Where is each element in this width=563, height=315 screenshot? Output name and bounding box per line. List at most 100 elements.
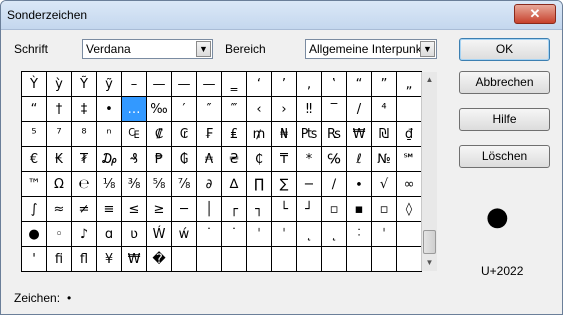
char-cell[interactable]: └	[272, 197, 297, 222]
char-cell[interactable]: ₴	[222, 147, 247, 172]
char-cell[interactable]: ┘	[297, 197, 322, 222]
char-cell[interactable]: ₠	[122, 122, 147, 147]
char-cell[interactable]: /	[347, 97, 372, 122]
char-cell[interactable]: ∆	[222, 172, 247, 197]
char-cell[interactable]: ₪	[372, 122, 397, 147]
char-cell[interactable]: ﬁ	[47, 247, 72, 272]
char-cell[interactable]: ₥	[247, 122, 272, 147]
char-cell[interactable]: ▪	[347, 197, 372, 222]
char-cell[interactable]	[172, 247, 197, 272]
char-cell[interactable]: '	[22, 247, 47, 272]
char-cell[interactable]: “	[22, 97, 47, 122]
char-cell[interactable]: ₲	[172, 147, 197, 172]
char-cell[interactable]: ‗	[222, 72, 247, 97]
char-cell[interactable]: √	[372, 172, 397, 197]
char-cell[interactable]: �	[147, 247, 172, 272]
char-cell[interactable]: ɑ	[97, 222, 122, 247]
char-cell[interactable]: *	[297, 147, 322, 172]
scroll-up-icon[interactable]: ▲	[422, 72, 437, 88]
scroll-down-icon[interactable]: ▼	[422, 255, 437, 271]
char-cell[interactable]: ‛	[322, 72, 347, 97]
char-cell[interactable]: ⅜	[122, 172, 147, 197]
char-cell[interactable]	[297, 247, 322, 272]
char-cell[interactable]: ₨	[322, 122, 347, 147]
char-cell[interactable]: Ỳ	[22, 72, 47, 97]
char-cell[interactable]: ₩	[122, 247, 147, 272]
char-cell[interactable]: ′	[172, 97, 197, 122]
char-cell[interactable]: ∑	[272, 172, 297, 197]
char-cell[interactable]: ℅	[322, 147, 347, 172]
char-cell[interactable]: —	[197, 72, 222, 97]
char-cell[interactable]: ẃ	[172, 222, 197, 247]
char-cell[interactable]: ∙	[347, 172, 372, 197]
char-cell[interactable]	[197, 247, 222, 272]
char-cell[interactable]: Ẃ	[147, 222, 172, 247]
char-cell[interactable]: ˸	[347, 222, 372, 247]
char-cell[interactable]	[397, 247, 422, 272]
char-cell[interactable]: ∕	[322, 172, 347, 197]
char-cell[interactable]: ▫	[372, 197, 397, 222]
char-cell[interactable]: ‴	[222, 97, 247, 122]
char-cell[interactable]: ™	[22, 172, 47, 197]
char-cell[interactable]: ‘	[247, 72, 272, 97]
char-cell[interactable]: ┌	[222, 197, 247, 222]
char-cell[interactable]	[397, 97, 422, 122]
char-cell[interactable]	[222, 247, 247, 272]
char-cell[interactable]: ″	[197, 97, 222, 122]
char-cell[interactable]	[347, 247, 372, 272]
char-cell[interactable]: ‼	[297, 97, 322, 122]
char-cell[interactable]: ‡	[72, 97, 97, 122]
char-cell[interactable]: †	[47, 97, 72, 122]
char-cell[interactable]: ‹	[247, 97, 272, 122]
char-cell[interactable]: ◊	[397, 197, 422, 222]
char-cell[interactable]: ₰	[122, 147, 147, 172]
char-cell[interactable]: ˈ	[372, 222, 397, 247]
range-select[interactable]: Allgemeine Interpunk ▼	[305, 39, 437, 59]
char-cell[interactable]: ≡	[97, 197, 122, 222]
char-cell[interactable]: „	[397, 72, 422, 97]
char-cell[interactable]: ◦	[47, 222, 72, 247]
char-cell[interactable]: ∞	[397, 172, 422, 197]
char-cell[interactable]: ≈	[47, 197, 72, 222]
char-cell[interactable]: ₧	[297, 122, 322, 147]
char-cell[interactable]: ∂	[197, 172, 222, 197]
char-cell[interactable]: ‾	[322, 97, 347, 122]
close-button[interactable]: ✕	[514, 4, 556, 24]
char-cell[interactable]: ‚	[297, 72, 322, 97]
char-cell[interactable]: ₸	[272, 147, 297, 172]
char-cell[interactable]: ˛	[322, 222, 347, 247]
char-cell[interactable]: €	[22, 147, 47, 172]
char-cell[interactable]: ‰	[147, 97, 172, 122]
char-cell[interactable]: ●	[22, 222, 47, 247]
char-cell[interactable]: ﬂ	[72, 247, 97, 272]
char-cell[interactable]: ˙	[222, 222, 247, 247]
char-cell[interactable]: ₱	[147, 147, 172, 172]
char-cell[interactable]: ∏	[247, 172, 272, 197]
char-cell[interactable]: ˈ	[247, 222, 272, 247]
char-cell[interactable]: ≤	[122, 197, 147, 222]
char-cell[interactable]: ₦	[272, 122, 297, 147]
char-cell[interactable]: ℠	[397, 147, 422, 172]
char-cell[interactable]: ₡	[147, 122, 172, 147]
cancel-button[interactable]: Abbrechen	[459, 71, 550, 94]
char-cell[interactable]: —	[172, 72, 197, 97]
char-cell[interactable]	[372, 247, 397, 272]
char-cell[interactable]: ┐	[247, 197, 272, 222]
char-cell[interactable]: ₤	[222, 122, 247, 147]
char-cell[interactable]: ⁴	[372, 97, 397, 122]
char-cell[interactable]: ⅞	[172, 172, 197, 197]
char-cell[interactable]: ⅝	[147, 172, 172, 197]
char-cell[interactable]: №	[372, 147, 397, 172]
char-cell[interactable]: ”	[372, 72, 397, 97]
char-cell[interactable]: ˛	[297, 222, 322, 247]
char-cell[interactable]: │	[197, 197, 222, 222]
char-cell[interactable]: ℓ	[347, 147, 372, 172]
char-cell[interactable]: ¥	[97, 247, 122, 272]
char-cell[interactable]	[272, 247, 297, 272]
char-cell[interactable]: ⁵	[22, 122, 47, 147]
char-cell[interactable]: ⁷	[47, 122, 72, 147]
font-select[interactable]: Verdana ▼	[82, 39, 213, 59]
char-cell[interactable]: ₣	[197, 122, 222, 147]
char-cell[interactable]: ˙	[197, 222, 222, 247]
char-cell[interactable]: ₮	[72, 147, 97, 172]
